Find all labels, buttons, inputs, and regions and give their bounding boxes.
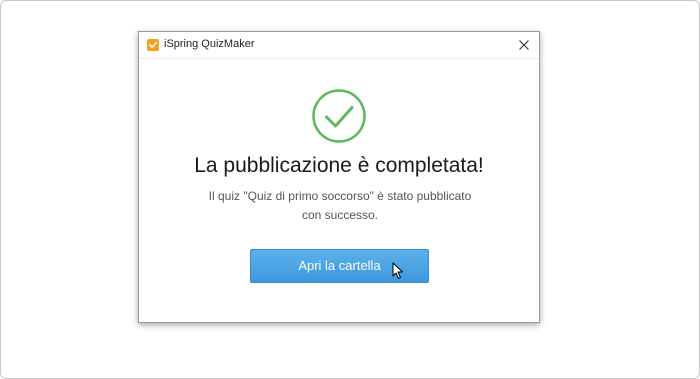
completion-heading: La pubblicazione è completata! bbox=[194, 154, 484, 177]
checkmark-circle-icon bbox=[312, 89, 366, 143]
close-button[interactable] bbox=[509, 32, 539, 58]
completion-message: Il quiz "Quiz di primo soccorso" è stato… bbox=[208, 189, 472, 222]
window-title: iSpring QuizMaker bbox=[164, 38, 255, 50]
ispring-checkbox-icon bbox=[147, 39, 159, 51]
title-bar: iSpring QuizMaker bbox=[139, 32, 539, 59]
mouse-pointer-icon bbox=[392, 262, 404, 280]
publish-complete-dialog: iSpring QuizMaker La pubblicazione è com… bbox=[138, 31, 540, 323]
